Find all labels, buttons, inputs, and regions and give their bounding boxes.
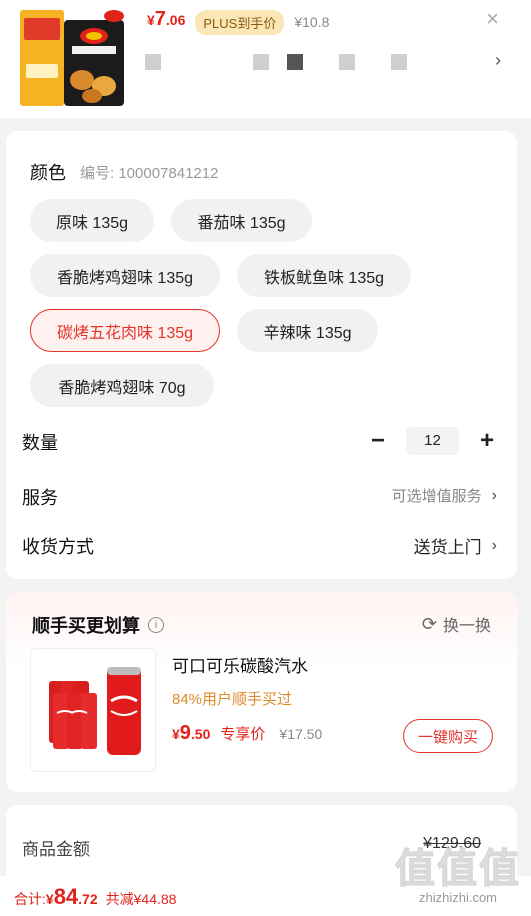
addon-title-text: 顺手买更划算 [32, 616, 140, 636]
spec-title: 颜色 [30, 163, 66, 183]
swatch[interactable] [391, 54, 407, 70]
coke-cans-image [31, 649, 155, 771]
chips-bag-image [16, 6, 128, 112]
spec-option[interactable]: 原味 135g [30, 199, 154, 242]
total-integer: 84 [53, 884, 79, 909]
refresh-icon: ⟳ [421, 613, 437, 634]
swatch[interactable] [253, 54, 269, 70]
quantity-input[interactable]: 12 [406, 427, 459, 455]
price-decimal: .06 [165, 12, 186, 28]
amount-label: 商品金额 [22, 840, 90, 859]
addon-original-price: ¥17.50 [279, 726, 323, 742]
addon-price-decimal: .50 [190, 726, 211, 742]
addon-product-tag: 84%用户顺手买过 [172, 691, 293, 708]
service-selector[interactable]: 可选增值服务 › [392, 485, 497, 506]
product-thumbnail[interactable] [16, 6, 128, 112]
color-swatch-strip [145, 54, 407, 70]
product-header: ¥ 7 .06 PLUS到手价 ¥10.8 × › [0, 0, 531, 118]
sku-code: 编号: 100007841212 [80, 165, 219, 182]
quick-buy-button[interactable]: 一键购买 [403, 719, 493, 753]
price-integer: 7 [154, 8, 166, 30]
chevron-right-icon[interactable]: › [495, 50, 501, 71]
addon-price-integer: 9 [179, 722, 191, 744]
watermark: 值值值 zhizhizhi.com [395, 836, 521, 906]
price-currency: ¥ [147, 12, 155, 28]
plus-price-badge: PLUS到手价 [195, 9, 285, 35]
total-savings: 共减¥44.88 [105, 891, 177, 907]
minus-button[interactable]: − [366, 427, 390, 455]
spec-option[interactable]: 香脆烤鸡翅味 135g [30, 254, 220, 297]
swatch[interactable] [287, 54, 303, 70]
delivery-label: 收货方式 [22, 537, 94, 557]
service-value: 可选增值服务 [391, 488, 482, 505]
swap-button[interactable]: ⟳ 换一换 [422, 612, 491, 636]
quantity-stepper: − 12 + [366, 427, 499, 455]
swatch[interactable] [339, 54, 355, 70]
service-label: 服务 [22, 488, 58, 508]
total-label: 合计: [14, 891, 46, 907]
spec-option-selected[interactable]: 碳烤五花肉味 135g [30, 309, 220, 352]
info-icon[interactable]: i [148, 617, 164, 633]
spec-option[interactable]: 辛辣味 135g [237, 309, 378, 352]
addon-product-name[interactable]: 可口可乐碳酸汽水 [172, 652, 308, 677]
swap-label: 换一换 [442, 618, 491, 635]
exclusive-price-label: 专享价 [220, 726, 266, 743]
addon-price-currency: ¥ [172, 726, 180, 742]
swatch[interactable] [145, 54, 161, 70]
watermark-logo: 值值值 [395, 847, 521, 892]
price-row: ¥ 7 .06 PLUS到手价 ¥10.8 [147, 8, 329, 36]
total-price: 合计: ¥ 84 .72 共减¥44.88 [14, 884, 176, 910]
original-price: ¥10.8 [294, 14, 330, 30]
delivery-selector[interactable]: 送货上门 › [414, 533, 497, 558]
close-icon[interactable]: × [486, 6, 499, 32]
chevron-right-icon: › [491, 486, 497, 504]
spec-option[interactable]: 铁板鱿鱼味 135g [237, 254, 411, 297]
chevron-right-icon: › [491, 536, 497, 554]
delivery-value: 送货上门 [413, 538, 482, 557]
addon-price-row: ¥ 9 .50 专享价 ¥17.50 [172, 722, 322, 745]
spec-option[interactable]: 番茄味 135g [171, 199, 312, 242]
quantity-label: 数量 [22, 433, 58, 453]
spec-option[interactable]: 香脆烤鸡翅味 70g [30, 364, 214, 407]
total-decimal: .72 [78, 891, 98, 907]
addon-card: 顺手买更划算 i ⟳ 换一换 可口可乐碳酸汽水 84%用户顺手买过 ¥ 9 .5… [6, 592, 517, 792]
addon-product-image[interactable] [30, 648, 156, 772]
plus-button[interactable]: + [475, 427, 499, 455]
total-currency: ¥ [45, 891, 54, 907]
addon-title: 顺手买更划算 i [32, 612, 164, 638]
spec-card: 颜色 编号: 100007841212 原味 135g 番茄味 135g 香脆烤… [6, 131, 517, 579]
